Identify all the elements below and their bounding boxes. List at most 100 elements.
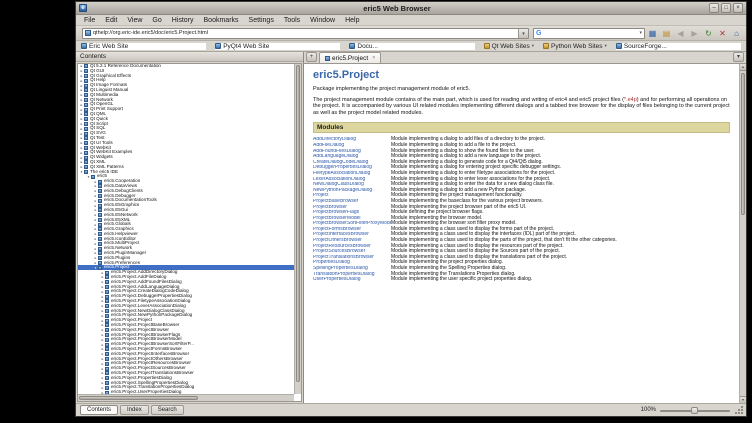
google-icon: G [536, 30, 541, 37]
package-description: The project management module contains o… [313, 97, 730, 117]
forward-arrow-icon: ▶ [691, 29, 697, 38]
sidebar-tab[interactable]: Search [151, 405, 184, 415]
tree-vscroll-thumb[interactable] [296, 65, 300, 382]
reload-button[interactable]: ↻ [702, 27, 715, 40]
bookmark-item[interactable]: Python Web Sites ▾ [543, 43, 607, 50]
menu-item[interactable]: Bookmarks [199, 17, 244, 24]
minimize-button[interactable]: – [709, 3, 719, 13]
menu-item[interactable]: Go [147, 17, 166, 24]
bookmark-item[interactable]: SourceForge... [616, 43, 741, 50]
new-tab-button[interactable]: ▦ [646, 27, 659, 40]
open-file-button[interactable]: ▤ [660, 27, 673, 40]
document-icon [105, 381, 109, 385]
tab-list-button[interactable]: ▾ [733, 52, 744, 62]
zoom-slider[interactable] [660, 406, 730, 415]
document-icon [98, 223, 102, 227]
eric5-web-browser-window: e eric5 Web Browser – □ × File Edit View… [75, 1, 747, 417]
menu-item[interactable]: File [79, 17, 100, 24]
module-link[interactable]: UserPropertiesDialog [313, 277, 391, 283]
maximize-button[interactable]: □ [721, 3, 731, 13]
menu-item[interactable]: Edit [100, 17, 122, 24]
contents-dock: Contents ▸ Qt 5.2.1 Reference Documentat… [76, 52, 304, 403]
document-icon [84, 160, 88, 164]
sidebar-tab[interactable]: Index [120, 405, 149, 415]
menu-item[interactable]: Tools [279, 17, 305, 24]
desktop-background: e eric5 Web Browser – □ × File Edit View… [0, 0, 752, 423]
menu-item[interactable]: History [167, 17, 199, 24]
forward-button[interactable]: ▶ [688, 27, 701, 40]
menu-item[interactable]: Help [340, 17, 364, 24]
modules-section-header: Modules [313, 122, 730, 133]
new-tab-button[interactable]: + [306, 52, 317, 62]
bookmark-label: Eric Web Site [89, 43, 128, 50]
stop-icon: ✕ [719, 29, 726, 38]
document-icon [105, 309, 109, 313]
document-icon [105, 319, 109, 323]
document-icon [98, 184, 102, 188]
document-icon [98, 237, 102, 241]
page-body: eric5.Project Package implementing the p… [304, 64, 739, 403]
document-icon [98, 204, 102, 208]
bookmark-item[interactable]: Docu... [349, 43, 474, 50]
resize-grip[interactable] [734, 405, 744, 415]
page-vscroll-thumb[interactable] [741, 73, 745, 215]
window-icon: e [79, 4, 87, 12]
document-icon [98, 261, 102, 265]
tab-close-icon[interactable]: × [372, 55, 375, 61]
document-icon [105, 338, 109, 342]
document-icon [84, 74, 88, 78]
scroll-up-icon[interactable]: ▲ [740, 64, 746, 71]
url-bar[interactable]: qthelp://org.eric-ide.eric5/doc/eric5.Pr… [82, 28, 529, 39]
home-button[interactable]: ⌂ [730, 27, 743, 40]
bookmark-item[interactable]: Qt Web Sites ▾ [484, 43, 534, 50]
tree-horizontal-scrollbar[interactable] [78, 394, 294, 401]
menu-item[interactable]: Settings [244, 17, 279, 24]
zoom-slider-handle[interactable] [691, 407, 698, 414]
navigation-toolbar: qthelp://org.eric-ide.eric5/doc/eric5.Pr… [76, 26, 746, 41]
bookmark-folder-arrow-icon: ▾ [605, 43, 607, 49]
scroll-down-icon[interactable]: ▼ [740, 396, 746, 403]
title-bar[interactable]: e eric5 Web Browser – □ × [76, 2, 746, 15]
stop-button[interactable]: ✕ [716, 27, 729, 40]
tab-favicon [325, 56, 330, 61]
tab-label: eric5.Project [332, 55, 368, 62]
url-text[interactable]: qthelp://org.eric-ide.eric5/doc/eric5.Pr… [93, 30, 518, 36]
bookmark-folder-arrow-icon: ▾ [532, 43, 534, 49]
page-vertical-scrollbar[interactable]: ▲ ▼ [739, 64, 746, 403]
document-icon [84, 117, 88, 121]
url-dropdown-icon[interactable]: ▾ [518, 29, 528, 38]
document-icon [84, 84, 88, 88]
bookmark-icon [349, 43, 355, 49]
document-icon [98, 227, 102, 231]
tree-vertical-scrollbar[interactable] [294, 64, 301, 394]
bookmark-label: Qt Web Sites [492, 43, 530, 50]
document-icon [84, 112, 88, 116]
menu-item[interactable]: View [122, 17, 147, 24]
document-icon [105, 304, 109, 308]
web-search-input[interactable]: G ▾ [533, 28, 645, 39]
module-description: Module implementing the user specific pr… [391, 277, 532, 283]
menu-item[interactable]: Window [305, 17, 340, 24]
document-icon [105, 323, 109, 327]
bookmark-item[interactable]: PyQt4 Web Site [215, 43, 340, 50]
document-icon [98, 266, 102, 270]
close-button[interactable]: × [733, 3, 743, 13]
document-icon [105, 328, 109, 332]
document-icon [105, 347, 109, 351]
tree-hscroll-thumb[interactable] [79, 396, 198, 400]
open-file-icon: ▤ [663, 29, 671, 38]
search-engine-dropdown-icon[interactable]: ▾ [639, 30, 642, 36]
document-icon [84, 64, 88, 68]
back-button[interactable]: ◀ [674, 27, 687, 40]
bookmark-item[interactable]: Eric Web Site [81, 43, 206, 50]
dock-header[interactable]: Contents [76, 52, 303, 62]
document-icon [105, 333, 109, 337]
zoom-controls: 100% [641, 405, 744, 415]
document-icon [105, 386, 109, 390]
document-icon [98, 247, 102, 251]
document-icon [84, 136, 88, 140]
tab-eric5-project[interactable]: eric5.Project × [319, 52, 381, 63]
back-arrow-icon: ◀ [677, 29, 683, 38]
sidebar-tab[interactable]: Contents [80, 405, 118, 415]
document-icon [98, 194, 102, 198]
